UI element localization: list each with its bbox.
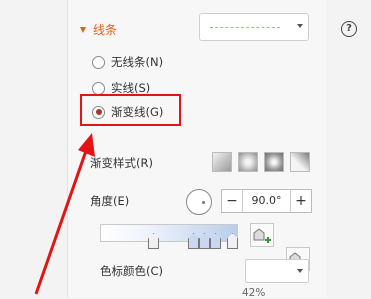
annotation-arrow xyxy=(34,133,95,295)
